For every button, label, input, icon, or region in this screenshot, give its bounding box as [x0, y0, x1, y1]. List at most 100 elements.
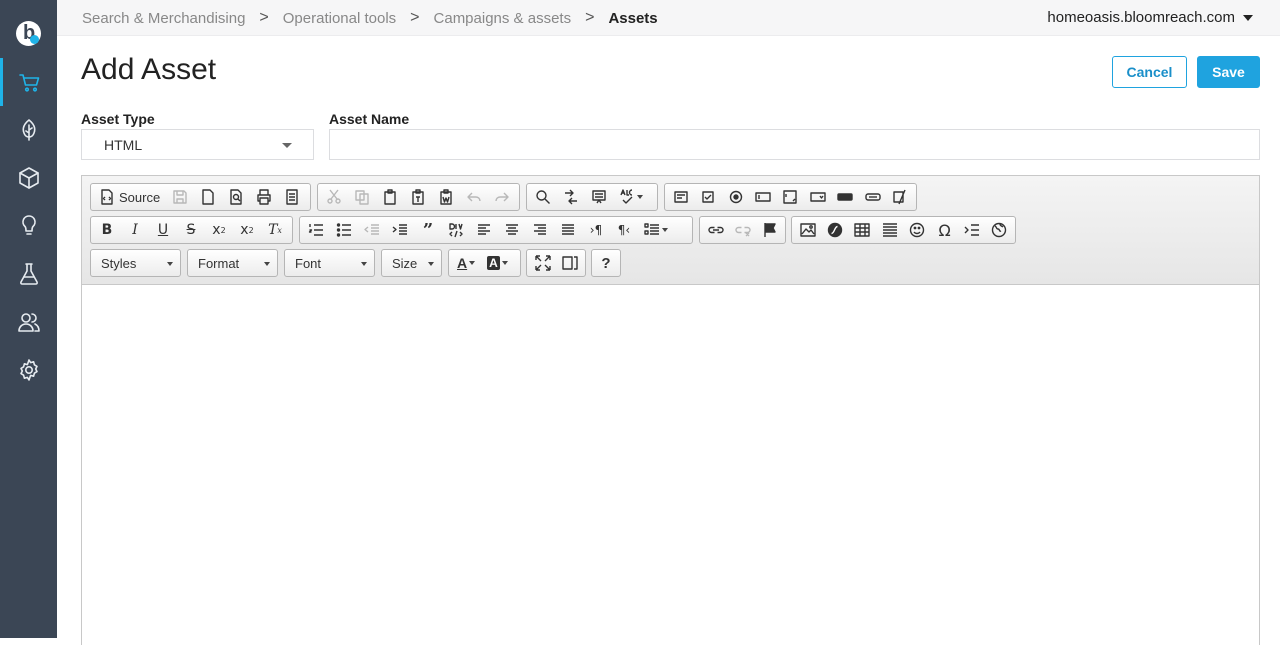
redo-icon[interactable]: [488, 185, 516, 209]
toolbar-group-tools: [526, 249, 586, 277]
link-icon[interactable]: [702, 218, 729, 242]
strikethrough-icon[interactable]: S: [177, 218, 205, 242]
select-all-icon[interactable]: [585, 185, 613, 209]
italic-icon[interactable]: I: [121, 218, 149, 242]
flask-icon: [19, 263, 38, 285]
superscript-icon[interactable]: x2: [233, 218, 261, 242]
horizontal-rule-icon[interactable]: [876, 218, 903, 242]
anchor-flag-icon[interactable]: [756, 218, 783, 242]
textfield-icon[interactable]: [749, 185, 776, 209]
preview-icon[interactable]: [222, 185, 250, 209]
editor-content-area[interactable]: [82, 285, 1259, 645]
breadcrumb-item[interactable]: Search & Merchandising: [82, 10, 245, 27]
ltr-icon[interactable]: ›¶: [582, 218, 610, 242]
textarea-icon[interactable]: [777, 185, 804, 209]
spellcheck-dropdown[interactable]: [613, 185, 649, 209]
save-button[interactable]: Save: [1197, 56, 1260, 88]
bulleted-list-icon[interactable]: [330, 218, 358, 242]
bloomreach-logo[interactable]: b: [16, 21, 41, 46]
subscript-icon[interactable]: x2: [205, 218, 233, 242]
align-center-icon[interactable]: [498, 218, 526, 242]
remove-format-icon[interactable]: Tx: [261, 218, 289, 242]
leaf-icon: [21, 119, 36, 141]
paste-word-icon[interactable]: [432, 185, 460, 209]
image-button-icon[interactable]: [859, 185, 886, 209]
nav-cart[interactable]: [0, 58, 57, 106]
unlink-icon[interactable]: [729, 218, 756, 242]
undo-icon[interactable]: [460, 185, 488, 209]
underline-icon[interactable]: U: [149, 218, 177, 242]
flash-icon[interactable]: [821, 218, 848, 242]
chevron-right-icon: >: [410, 9, 420, 26]
asset-name-input[interactable]: [329, 129, 1260, 160]
bold-icon[interactable]: B: [93, 218, 121, 242]
sidebar: b: [0, 0, 57, 638]
text-color-dropdown[interactable]: A: [451, 251, 481, 275]
asset-type-select[interactable]: HTML: [81, 129, 314, 160]
outdent-icon[interactable]: [358, 218, 386, 242]
breadcrumb-item[interactable]: Operational tools: [283, 10, 396, 27]
cancel-button[interactable]: Cancel: [1112, 56, 1187, 88]
toolbar-group-insert: Ω: [791, 216, 1016, 244]
indent-icon[interactable]: [386, 218, 414, 242]
radio-icon[interactable]: [722, 185, 749, 209]
size-combo[interactable]: Size: [381, 249, 442, 277]
print-icon[interactable]: [250, 185, 278, 209]
checkbox-icon[interactable]: [694, 185, 721, 209]
align-left-icon[interactable]: [470, 218, 498, 242]
page-break-icon[interactable]: [958, 218, 985, 242]
save-doc-icon[interactable]: [166, 185, 194, 209]
table-icon[interactable]: [849, 218, 876, 242]
templates-icon[interactable]: [278, 185, 306, 209]
nav-settings[interactable]: [0, 346, 57, 394]
text-color-icon: A: [457, 255, 468, 271]
breadcrumb-item[interactable]: Campaigns & assets: [434, 10, 572, 27]
maximize-icon[interactable]: [529, 251, 556, 275]
numbered-list-icon[interactable]: [302, 218, 330, 242]
cut-icon[interactable]: [320, 185, 348, 209]
copy-icon[interactable]: [348, 185, 376, 209]
show-blocks-icon[interactable]: [556, 251, 583, 275]
nav-experiments[interactable]: [0, 250, 57, 298]
iframe-globe-icon[interactable]: [986, 218, 1013, 242]
smiley-icon[interactable]: [904, 218, 931, 242]
size-label: Size: [392, 256, 418, 271]
new-page-icon[interactable]: [194, 185, 222, 209]
special-char-icon[interactable]: Ω: [931, 218, 958, 242]
account-domain: homeoasis.bloomreach.com: [1047, 9, 1235, 26]
styles-combo[interactable]: Styles: [90, 249, 181, 277]
source-button[interactable]: Source: [93, 185, 166, 209]
nav-insights[interactable]: [0, 202, 57, 250]
replace-icon[interactable]: [557, 185, 585, 209]
cart-icon: [19, 74, 40, 92]
hidden-field-icon[interactable]: [887, 185, 914, 209]
paste-icon[interactable]: [376, 185, 404, 209]
rtl-icon[interactable]: ¶‹: [610, 218, 638, 242]
toolbar-group-colors: A A: [448, 249, 521, 277]
form-icon[interactable]: [667, 185, 694, 209]
button-field-icon[interactable]: [832, 185, 859, 209]
account-switcher[interactable]: homeoasis.bloomreach.com: [1047, 9, 1253, 26]
caret-down-icon: [361, 262, 367, 266]
bg-color-dropdown[interactable]: A: [481, 251, 514, 275]
format-combo[interactable]: Format: [187, 249, 278, 277]
blockquote-icon[interactable]: ”: [414, 218, 442, 242]
image-icon[interactable]: [794, 218, 821, 242]
language-dropdown[interactable]: [638, 218, 674, 242]
caret-down-icon: [469, 261, 476, 265]
lightbulb-icon: [21, 215, 36, 235]
caret-down-icon: [1243, 14, 1253, 21]
select-field-icon[interactable]: [804, 185, 831, 209]
source-label: Source: [119, 189, 161, 205]
align-right-icon[interactable]: [526, 218, 554, 242]
nav-content[interactable]: [0, 106, 57, 154]
justify-icon[interactable]: [554, 218, 582, 242]
font-combo[interactable]: Font: [284, 249, 375, 277]
nav-users[interactable]: [0, 298, 57, 346]
nav-products[interactable]: [0, 154, 57, 202]
paste-text-icon[interactable]: [404, 185, 432, 209]
find-icon[interactable]: [529, 185, 557, 209]
spellcheck-icon: [620, 189, 633, 204]
create-div-icon[interactable]: [442, 218, 470, 242]
help-icon[interactable]: ?: [594, 251, 618, 275]
